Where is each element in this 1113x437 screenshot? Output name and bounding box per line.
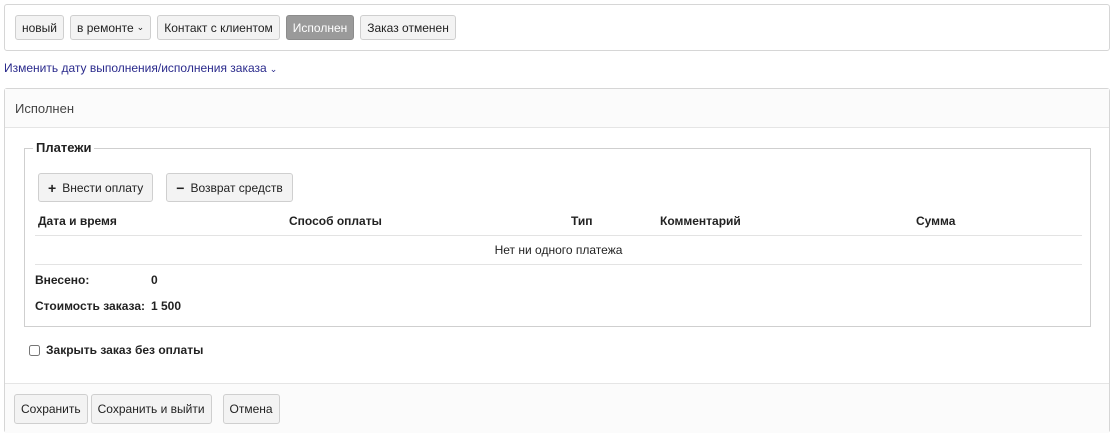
status-cancelled-button[interactable]: Заказ отменен (360, 15, 456, 40)
refund-button[interactable]: − Возврат средств (166, 173, 293, 202)
order-cost-label: Стоимость заказа: (35, 299, 146, 313)
table-header: Дата и время Способ оплаты Тип Комментар… (35, 208, 1082, 236)
status-in-repair-label: в ремонте (77, 20, 134, 35)
minus-icon: − (176, 179, 185, 196)
save-and-exit-button[interactable]: Сохранить и выйти (90, 393, 212, 424)
close-without-payment-option[interactable]: Закрыть заказ без оплаты (29, 343, 203, 357)
refund-label: Возврат средств (190, 180, 283, 195)
panel-title: Исполнен (5, 89, 1109, 128)
status-contact-client-button[interactable]: Контакт с клиентом (157, 15, 280, 40)
column-header-datetime: Дата и время (38, 214, 117, 228)
chevron-down-icon: ⌄ (136, 22, 145, 32)
column-header-comment: Комментарий (660, 214, 741, 228)
change-completion-date-link[interactable]: Изменить дату выполнения/исполнения зака… (4, 61, 277, 75)
order-cost-value: 1 500 (151, 299, 182, 313)
paid-value: 0 (151, 273, 158, 287)
empty-table-message: Нет ни одного платежа (35, 236, 1082, 265)
paid-summary: Внесено: 0 (35, 273, 158, 287)
status-in-repair-dropdown[interactable]: в ремонте ⌄ (70, 15, 152, 40)
close-without-payment-label: Закрыть заказ без оплаты (46, 343, 204, 357)
close-without-payment-checkbox[interactable] (29, 344, 40, 356)
order-status-bar: новый в ремонте ⌄ Контакт с клиентом Испо… (4, 4, 1110, 51)
status-completed-button[interactable]: Исполнен (285, 15, 355, 40)
add-payment-label: Внести оплату (62, 180, 144, 195)
chevron-down-icon: ⌄ (269, 64, 278, 74)
save-button[interactable]: Сохранить (14, 393, 88, 424)
order-status-panel: Исполнен Платежи + Внести оплату − Возвр… (4, 88, 1110, 433)
column-header-amount: Сумма (916, 214, 956, 228)
status-new-button[interactable]: новый (15, 15, 65, 40)
column-header-payment-method: Способ оплаты (289, 214, 382, 228)
cancel-button[interactable]: Отмена (222, 393, 280, 424)
payment-actions: + Внести оплату − Возврат средств (38, 173, 293, 202)
change-completion-date-label: Изменить дату выполнения/исполнения зака… (4, 61, 267, 75)
payments-table: Дата и время Способ оплаты Тип Комментар… (35, 208, 1082, 265)
column-header-type: Тип (571, 214, 593, 228)
payments-legend: Платежи (33, 140, 95, 155)
order-cost-summary: Стоимость заказа: 1 500 (35, 299, 181, 313)
paid-label: Внесено: (35, 273, 90, 287)
payments-section: Платежи + Внести оплату − Возврат средст… (24, 140, 1091, 327)
panel-footer: Сохранить Сохранить и выйти Отмена (5, 383, 1109, 433)
plus-icon: + (48, 179, 57, 196)
add-payment-button[interactable]: + Внести оплату (38, 173, 154, 202)
